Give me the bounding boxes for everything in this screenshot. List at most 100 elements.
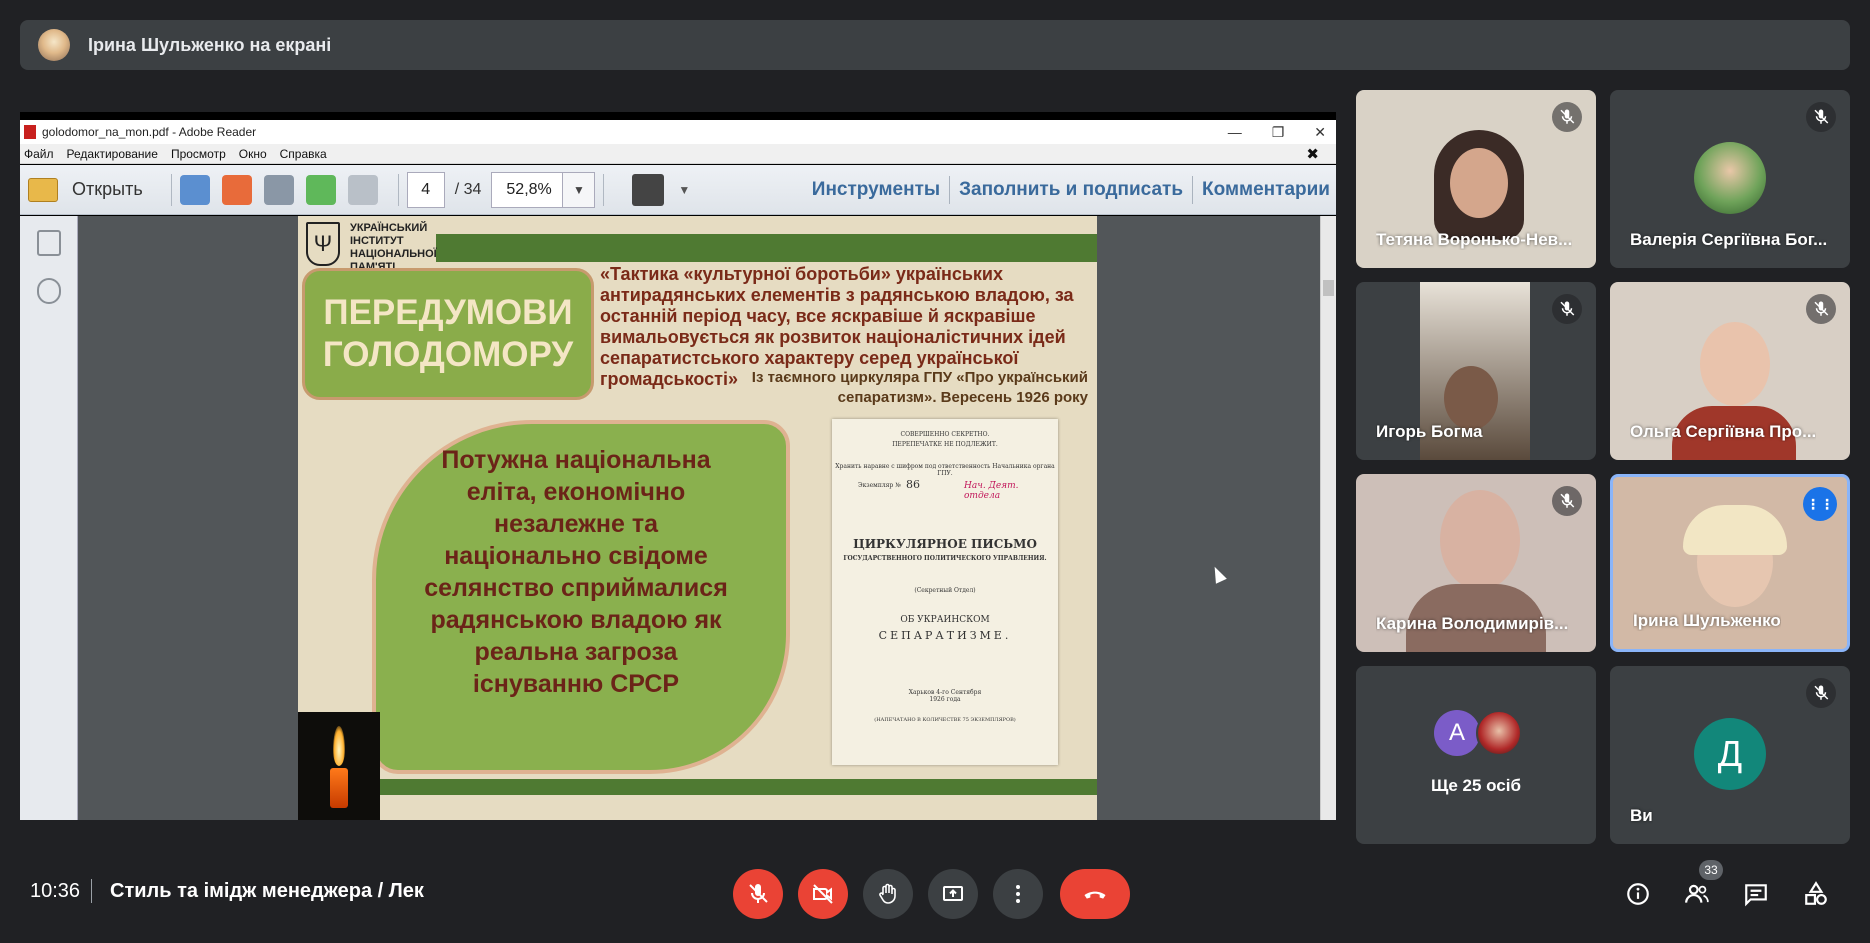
participant-hair	[1683, 505, 1787, 555]
folder-icon[interactable]	[28, 177, 58, 202]
doc-about: ОБ УКРАИНСКОМ	[900, 615, 990, 625]
people-button[interactable]	[1683, 880, 1711, 908]
attachment-icon[interactable]	[37, 278, 61, 304]
reader-titlebar: golodomor_na_mon.pdf - Adobe Reader — ❐ …	[20, 120, 1336, 144]
fit-page-icon[interactable]	[632, 173, 665, 206]
hand-icon	[879, 883, 896, 904]
open-button[interactable]: Открыть	[72, 179, 143, 200]
participant-name: Игорь Богма	[1376, 422, 1483, 441]
sign-icon[interactable]	[263, 174, 294, 205]
mic-off-icon	[749, 884, 768, 903]
self-tile[interactable]: Д Ви	[1610, 666, 1850, 844]
doc-number-label: Экземпляр №	[858, 482, 901, 489]
participant-name: Карина Володимирів...	[1376, 614, 1569, 633]
self-avatar: Д	[1694, 718, 1766, 790]
participant-name: Тетяна Воронько-Нев...	[1376, 230, 1573, 249]
more-options-button[interactable]	[993, 869, 1043, 919]
save-icon[interactable]	[347, 174, 378, 205]
camera-off-icon	[813, 884, 833, 904]
participant-avatar: А	[1434, 710, 1480, 756]
menu-window[interactable]: Окно	[239, 147, 267, 161]
doc-heading-1: ЦИРКУЛЯРНОЕ ПИСЬМО	[853, 537, 1037, 551]
presentation-slide: Ψ УКРАЇНСЬКИЙ ІНСТИТУТ НАЦІОНАЛЬНОЇ ПАМ'…	[298, 216, 1097, 820]
participant-face	[1450, 148, 1508, 218]
upload-icon[interactable]	[305, 174, 336, 205]
participant-tile[interactable]: Тетяна Воронько-Нев...	[1356, 90, 1596, 268]
institute-name: УКРАЇНСЬКИЙ ІНСТИТУТ НАЦІОНАЛЬНОЇ ПАМ'ЯТ…	[350, 222, 437, 273]
zoom-input[interactable]: 52,8%	[491, 171, 564, 208]
participant-tile[interactable]: Карина Володимирів...	[1356, 474, 1596, 652]
slide-quote-source: Із таємного циркуляра ГПУ «Про українськ…	[751, 369, 1088, 406]
raise-hand-button[interactable]	[863, 869, 913, 919]
close-document-icon[interactable]: ✖	[1306, 145, 1319, 163]
participant-tile[interactable]: Ольга Сергіївна Про...	[1610, 282, 1850, 460]
camera-toggle-button[interactable]	[798, 869, 848, 919]
participant-tile[interactable]: Валерія Сергіївна Бог...	[1610, 90, 1850, 268]
archive-document-image: СОВЕРШЕННО СЕКРЕТНО. ПЕРЕПЕЧАТКЕ НЕ ПОДЛ…	[832, 419, 1058, 765]
end-call-button[interactable]	[1060, 869, 1130, 919]
menu-file[interactable]: Файл	[24, 147, 54, 161]
clock: 10:36	[30, 880, 81, 902]
present-icon	[943, 886, 963, 901]
presenter-avatar	[38, 29, 70, 61]
divider	[91, 879, 92, 903]
activities-button[interactable]	[1802, 880, 1830, 908]
meeting-title: Стиль та імідж менеджера / Лек	[110, 880, 424, 902]
participant-avatar	[1694, 142, 1766, 214]
participant-name: Ольга Сергіївна Про...	[1630, 422, 1817, 441]
meeting-details-button[interactable]	[1624, 880, 1652, 908]
participant-face	[1700, 322, 1770, 406]
participant-tile[interactable]: Игорь Богма	[1356, 282, 1596, 460]
doc-stamp-2: ПЕРЕПЕЧАТКЕ НЕ ПОДЛЕЖИТ.	[892, 441, 998, 448]
create-pdf-icon[interactable]	[179, 174, 210, 205]
present-screen-button[interactable]	[928, 869, 978, 919]
trident-logo: Ψ	[306, 222, 340, 266]
navigation-pane	[20, 216, 78, 820]
doc-separatism: СЕПАРАТИЗМЕ.	[878, 629, 1012, 642]
speaking-indicator-icon: ⋮⋮	[1803, 487, 1837, 521]
chevron-down-icon[interactable]: ▼	[563, 171, 596, 208]
slide-title-box: ПЕРЕДУМОВИ ГОЛОДОМОРУ	[302, 268, 594, 400]
doc-department: (Секретный Отдел)	[914, 587, 976, 594]
slide-main-text: Потужна національна еліта, економічно не…	[424, 446, 728, 698]
mic-off-icon	[1806, 102, 1836, 132]
participant-avatar	[1476, 710, 1522, 756]
pages-icon[interactable]	[37, 230, 61, 256]
scroll-thumb[interactable]	[1323, 280, 1334, 296]
doc-stamp-1: СОВЕРШЕННО СЕКРЕТНО.	[900, 431, 990, 438]
slide-bottom-band	[298, 779, 1097, 795]
menu-help[interactable]: Справка	[280, 147, 327, 161]
candle-image	[298, 712, 380, 820]
mic-toggle-button[interactable]	[733, 869, 783, 919]
menu-edit[interactable]: Редактирование	[67, 147, 158, 161]
shared-screen: golodomor_na_mon.pdf - Adobe Reader — ❐ …	[20, 112, 1336, 820]
shapes-icon	[1805, 881, 1827, 905]
participant-name: Ви	[1630, 806, 1653, 825]
candle-wax	[330, 768, 348, 808]
doc-handwritten: Нач. Деят. отдела	[964, 481, 1019, 501]
vertical-scrollbar[interactable]	[1320, 216, 1336, 820]
menu-view[interactable]: Просмотр	[171, 147, 226, 161]
doc-place-date: Харьков 4-го Сентября 1926 года	[908, 689, 982, 703]
doc-footer: (НАПЕЧАТАНО В КОЛИЧЕСТВЕ 75 ЭКЗЕМПЛЯРОВ)	[874, 717, 1016, 723]
reader-toolbar: Открыть 4 / 34 52,8% ▼ ▼ Инструменты Зап…	[20, 165, 1336, 215]
doc-number: 86	[906, 478, 920, 491]
doc-line-3: Хранить наравне с шифром под ответственн…	[835, 463, 1055, 477]
chat-button[interactable]	[1742, 880, 1770, 908]
toolbar-more-icon[interactable]: ▼	[678, 183, 690, 197]
more-participants-tile[interactable]: А Ще 25 осіб	[1356, 666, 1596, 844]
participant-tile-active[interactable]: ⋮⋮ Ірина Шульженко	[1610, 474, 1850, 652]
close-icon[interactable]: ✕	[1314, 124, 1326, 141]
tools-link[interactable]: Инструменты	[812, 179, 940, 201]
mic-off-icon	[1806, 294, 1836, 324]
presenter-bar: Ірина Шульженко на екрані	[20, 20, 1850, 70]
export-pdf-icon[interactable]	[221, 174, 252, 205]
people-count-badge: 33	[1699, 860, 1723, 880]
page-number-input[interactable]: 4	[406, 171, 445, 208]
fill-sign-link[interactable]: Заполнить и подписать	[959, 179, 1183, 201]
restore-icon[interactable]: ❐	[1272, 124, 1285, 141]
slide-title: ПЕРЕДУМОВИ ГОЛОДОМОРУ	[322, 293, 574, 374]
more-vert-icon	[1016, 885, 1020, 903]
comments-link[interactable]: Комментарии	[1202, 179, 1330, 201]
minimize-icon[interactable]: —	[1228, 124, 1242, 140]
